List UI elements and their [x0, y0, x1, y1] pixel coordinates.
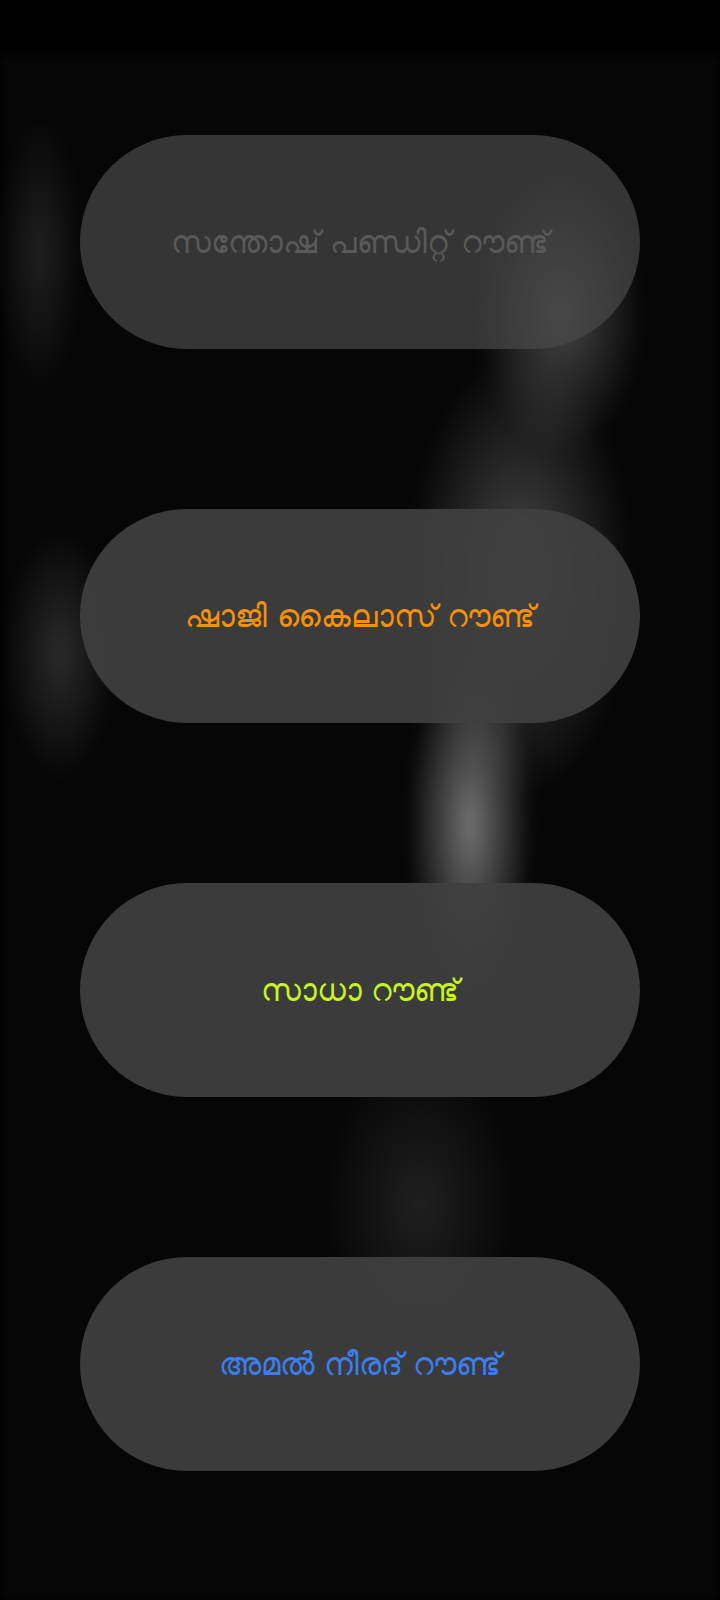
round-button: സന്തോഷ് പണ്ഡിറ്റ് റൗണ്ട് [80, 135, 640, 349]
round-button[interactable]: അമൽ നീരദ് റൗണ്ട് [80, 1257, 640, 1471]
round-list: സന്തോഷ് പണ്ഡിറ്റ് റൗണ്ട് ഷാജി കൈലാസ് റൗണ്… [0, 0, 720, 1600]
round-menu-screen: സന്തോഷ് പണ്ഡിറ്റ് റൗണ്ട് ഷാജി കൈലാസ് റൗണ്… [0, 0, 720, 1600]
round-button[interactable]: ഷാജി കൈലാസ് റൗണ്ട് [80, 509, 640, 723]
round-button[interactable]: സാധാ റൗണ്ട് [80, 883, 640, 1097]
